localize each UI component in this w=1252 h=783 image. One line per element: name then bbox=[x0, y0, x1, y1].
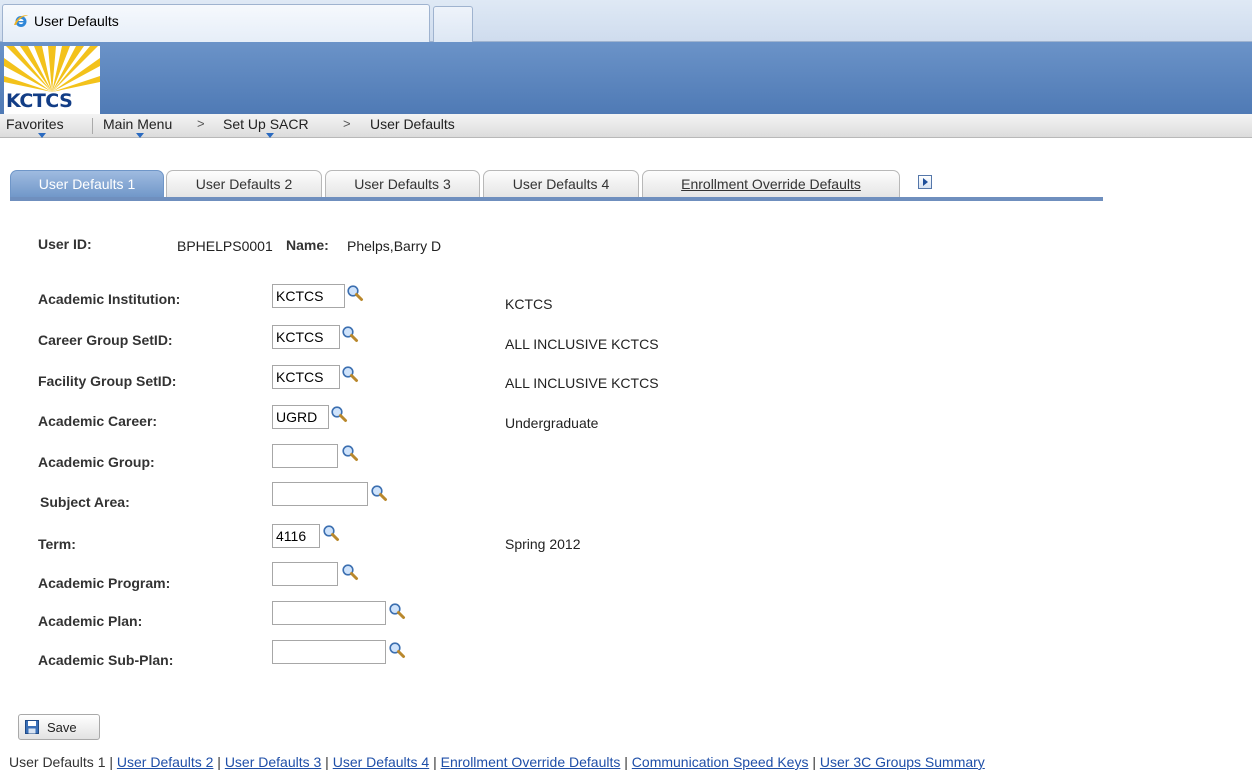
user-id-label: User ID: bbox=[38, 236, 92, 252]
browser-tab[interactable]: User Defaults bbox=[2, 4, 430, 42]
academic-plan-label: Academic Plan: bbox=[38, 613, 143, 629]
nav-divider bbox=[92, 118, 93, 134]
tab-scroll-right-icon[interactable] bbox=[918, 175, 932, 189]
subject-area-field[interactable] bbox=[272, 482, 368, 506]
link-separator: | bbox=[429, 754, 441, 770]
academic-program-label: Academic Program: bbox=[38, 575, 171, 591]
logo-text: KCTCS bbox=[6, 90, 73, 112]
tab-enrollment-override-defaults[interactable]: Enrollment Override Defaults bbox=[642, 170, 900, 198]
name-value: Phelps,Barry D bbox=[347, 238, 442, 254]
academic-institution-label: Academic Institution: bbox=[38, 291, 181, 307]
lookup-icon[interactable] bbox=[388, 641, 406, 659]
page-links-bar: User Defaults 1 | User Defaults 2 | User… bbox=[9, 754, 985, 770]
academic-career-description: Undergraduate bbox=[505, 415, 599, 431]
link-separator: | bbox=[213, 754, 225, 770]
academic-institution-field[interactable] bbox=[272, 284, 345, 308]
lookup-icon[interactable] bbox=[388, 602, 406, 620]
link-communication-speed-keys[interactable]: Communication Speed Keys bbox=[632, 754, 809, 770]
tab-user-defaults-1[interactable]: User Defaults 1 bbox=[10, 170, 164, 198]
lookup-icon[interactable] bbox=[341, 563, 359, 581]
browser-tab-title: User Defaults bbox=[34, 13, 119, 29]
link-separator: | bbox=[321, 754, 333, 770]
link-separator: | bbox=[105, 754, 117, 770]
academic-career-label: Academic Career: bbox=[38, 413, 158, 429]
lookup-icon[interactable] bbox=[341, 444, 359, 462]
career-group-setid-label: Career Group SetID: bbox=[38, 332, 173, 348]
lookup-icon[interactable] bbox=[341, 365, 359, 383]
breadcrumb-separator: > bbox=[343, 116, 351, 131]
save-label: Save bbox=[47, 720, 77, 735]
tab-underline bbox=[10, 197, 1103, 201]
link-user-3c-groups-summary[interactable]: User 3C Groups Summary bbox=[820, 754, 985, 770]
facility-group-setid-field[interactable] bbox=[272, 365, 340, 389]
link-separator: | bbox=[620, 754, 632, 770]
nav-set-up-sacr[interactable]: Set Up SACR bbox=[223, 116, 309, 132]
lookup-icon[interactable] bbox=[370, 484, 388, 502]
academic-plan-field[interactable] bbox=[272, 601, 386, 625]
nav-favorites[interactable]: Favorites bbox=[6, 116, 64, 132]
link-separator: | bbox=[808, 754, 820, 770]
nav-main-menu[interactable]: Main Menu bbox=[103, 116, 172, 132]
academic-sub-plan-field[interactable] bbox=[272, 640, 386, 664]
header-banner: KCTCS bbox=[0, 42, 1252, 114]
breadcrumb-current: User Defaults bbox=[370, 116, 455, 132]
term-label: Term: bbox=[38, 536, 76, 552]
link-current-page: User Defaults 1 bbox=[9, 754, 106, 770]
save-button[interactable]: Save bbox=[18, 714, 100, 740]
set-up-dropdown-icon[interactable] bbox=[266, 133, 274, 138]
tab-enrollment-override-label: Enrollment Override Defaults bbox=[681, 176, 861, 192]
internet-explorer-icon bbox=[14, 15, 28, 27]
link-user-defaults-4[interactable]: User Defaults 4 bbox=[333, 754, 429, 770]
academic-program-field[interactable] bbox=[272, 562, 338, 586]
name-label: Name: bbox=[286, 237, 329, 253]
breadcrumb-separator: > bbox=[197, 116, 205, 131]
favorites-dropdown-icon[interactable] bbox=[38, 133, 46, 138]
nav-bar: Favorites Main Menu > Set Up SACR > User… bbox=[0, 114, 1252, 138]
tab-user-defaults-2[interactable]: User Defaults 2 bbox=[166, 170, 322, 198]
academic-sub-plan-label: Academic Sub-Plan: bbox=[38, 652, 174, 668]
link-enrollment-override-defaults[interactable]: Enrollment Override Defaults bbox=[441, 754, 621, 770]
career-group-setid-description: ALL INCLUSIVE KCTCS bbox=[505, 336, 659, 352]
browser-tab-strip: User Defaults bbox=[0, 0, 1252, 42]
academic-group-label: Academic Group: bbox=[38, 454, 155, 470]
lookup-icon[interactable] bbox=[330, 405, 348, 423]
subject-area-label: Subject Area: bbox=[40, 494, 130, 510]
academic-institution-description: KCTCS bbox=[505, 296, 553, 312]
lookup-icon[interactable] bbox=[341, 325, 359, 343]
new-tab-button[interactable] bbox=[433, 6, 473, 42]
main-menu-dropdown-icon[interactable] bbox=[136, 133, 144, 138]
link-user-defaults-2[interactable]: User Defaults 2 bbox=[117, 754, 213, 770]
tab-user-defaults-4[interactable]: User Defaults 4 bbox=[483, 170, 639, 198]
academic-group-field[interactable] bbox=[272, 444, 338, 468]
lookup-icon[interactable] bbox=[322, 524, 340, 542]
career-group-setid-field[interactable] bbox=[272, 325, 340, 349]
facility-group-setid-label: Facility Group SetID: bbox=[38, 373, 177, 389]
term-description: Spring 2012 bbox=[505, 536, 581, 552]
link-user-defaults-3[interactable]: User Defaults 3 bbox=[225, 754, 321, 770]
tab-user-defaults-3[interactable]: User Defaults 3 bbox=[325, 170, 480, 198]
academic-career-field[interactable] bbox=[272, 405, 329, 429]
save-icon bbox=[25, 720, 39, 734]
user-id-value: BPHELPS0001 bbox=[177, 238, 273, 254]
lookup-icon[interactable] bbox=[346, 284, 364, 302]
facility-group-setid-description: ALL INCLUSIVE KCTCS bbox=[505, 375, 659, 391]
term-field[interactable] bbox=[272, 524, 320, 548]
